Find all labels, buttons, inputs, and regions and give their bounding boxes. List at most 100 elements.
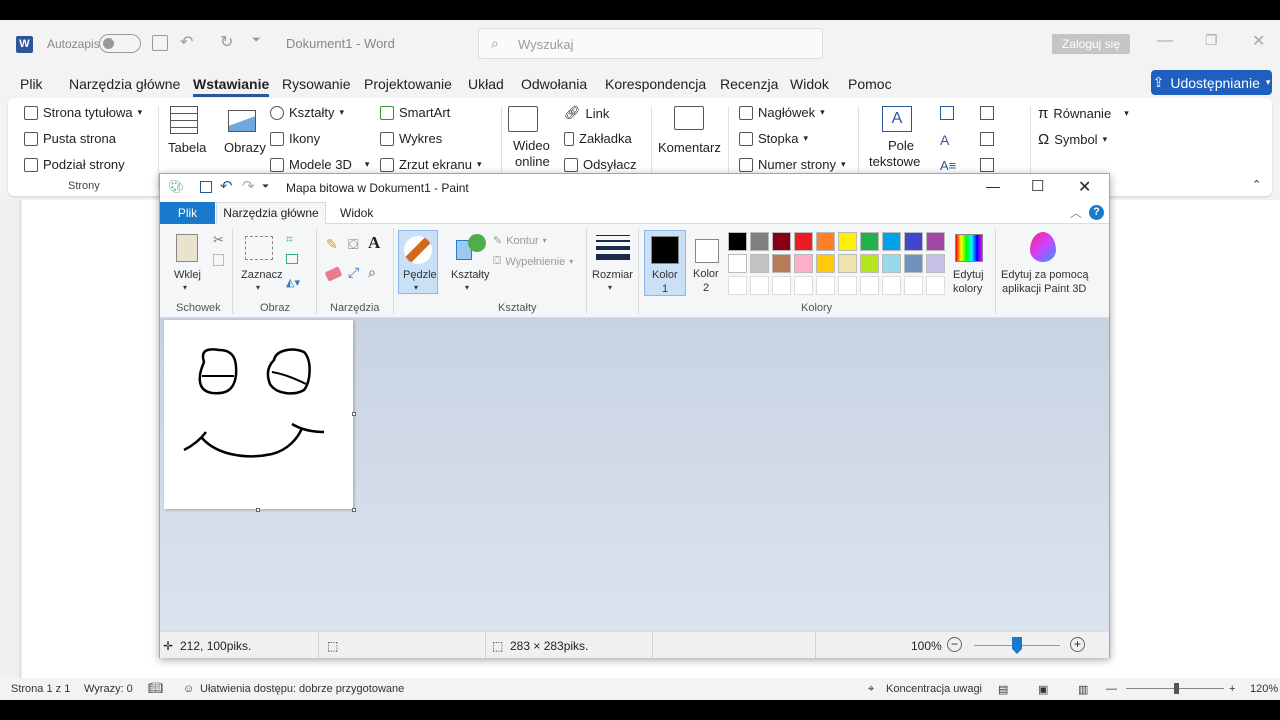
undo-icon[interactable]: ↶ [180,32,193,52]
custom-color-swatch[interactable] [860,276,879,295]
video-label-1[interactable]: Wideo [513,138,550,153]
resize-handle[interactable] [352,412,356,416]
equation-button[interactable]: π Równanie ▾ [1038,105,1129,122]
select-icon[interactable] [245,236,273,260]
color1-button[interactable]: Kolor 1 [644,230,686,296]
shapes-icon[interactable] [456,234,486,262]
resize-handle[interactable] [256,508,260,512]
color-swatch[interactable] [772,232,791,251]
video-icon[interactable] [508,106,538,132]
color-swatch[interactable] [794,254,813,273]
page-break-button[interactable]: Podział strony [24,157,125,172]
color-swatch[interactable] [816,254,835,273]
share-button[interactable]: ⇪ Udostępnianie ▾ [1151,70,1272,95]
word-count[interactable]: Wyrazy: 0 [84,683,133,695]
quick-parts-icon[interactable] [940,106,954,120]
zoom-out-icon[interactable]: − [947,637,962,652]
table-icon[interactable] [170,106,198,134]
custom-color-swatch[interactable] [882,276,901,295]
fill-button[interactable]: ⛋ Wypełnienie ▾ [493,255,573,268]
tab-review[interactable]: Recenzja [720,76,778,92]
text-icon[interactable]: A [368,233,380,253]
page-count[interactable]: Strona 1 z 1 [11,683,70,695]
tab-insert[interactable]: Wstawianie [193,76,270,97]
color-swatch[interactable] [794,232,813,251]
color-swatch[interactable] [838,254,857,273]
help-icon[interactable]: ? [1089,205,1104,220]
shapes-button[interactable]: Kształty ▾ [270,105,344,120]
color-swatch[interactable] [728,254,747,273]
proofing-icon[interactable]: 📖︎ [148,681,163,695]
eraser-icon[interactable] [324,266,343,282]
shapes-label[interactable]: Kształty [451,269,490,281]
edit-colors-label-1[interactable]: Edytuj [953,269,984,281]
tab-layout[interactable]: Układ [468,76,504,92]
paint3d-label-1[interactable]: Edytuj za pomocą [1001,269,1088,281]
custom-color-swatch[interactable] [750,276,769,295]
select-label[interactable]: Zaznacz [241,269,283,281]
header-button[interactable]: Nagłówek ▾ [739,105,825,120]
redo-icon[interactable]: ↷ [242,177,255,195]
save-icon[interactable] [200,181,212,193]
footer-button[interactable]: Stopka ▾ [739,131,808,146]
tab-file[interactable]: Plik [20,76,43,92]
drawing-canvas[interactable] [164,320,353,509]
zoom-in-icon[interactable]: + [1070,637,1085,652]
object-icon[interactable] [980,158,994,172]
color-swatch[interactable] [728,232,747,251]
chevron-down-icon[interactable]: ▾ [183,283,187,292]
search-box[interactable]: ⌕ Wyszukaj [478,28,823,59]
color-swatch[interactable] [838,232,857,251]
size-label[interactable]: Rozmiar [592,269,633,281]
tab-draw[interactable]: Rysowanie [282,76,350,92]
textbox-label-1[interactable]: Pole [888,138,914,153]
color-picker-icon[interactable]: ⤢ [348,264,359,281]
paint3d-label-2[interactable]: aplikacji Paint 3D [1002,283,1086,295]
close-icon[interactable]: ✕ [1078,177,1091,197]
redo-icon[interactable]: ↻ [220,32,233,52]
custom-color-swatch[interactable] [794,276,813,295]
accessibility-status[interactable]: Ułatwienia dostępu: dobrze przygotowane [200,683,404,695]
custom-color-swatch[interactable] [816,276,835,295]
symbol-button[interactable]: Ω Symbol ▾ [1038,131,1107,148]
paste-icon[interactable] [176,234,198,262]
magnifier-icon[interactable]: ⌕ [368,264,376,281]
pictures-label[interactable]: Obrazy [224,140,266,155]
collapse-ribbon-icon[interactable]: ⌃ [1252,178,1261,191]
resize-handle[interactable] [352,508,356,512]
color-swatch[interactable] [750,232,769,251]
color-swatch[interactable] [772,254,791,273]
custom-color-swatch[interactable] [728,276,747,295]
signature-icon[interactable] [980,106,994,120]
video-label-2[interactable]: online [515,154,550,169]
print-layout-icon[interactable]: ▣ [1038,683,1048,696]
color-swatch[interactable] [926,254,945,273]
models3d-button[interactable]: Modele 3D ▾ [270,157,369,172]
cut-icon[interactable]: ✂ [213,232,224,248]
color-swatch[interactable] [882,254,901,273]
resize-icon[interactable] [286,254,298,264]
custom-color-swatch[interactable] [772,276,791,295]
comment-icon[interactable] [674,106,704,130]
brushes-button[interactable]: Pędzle ▾ [398,230,438,294]
blank-page-button[interactable]: Pusta strona [24,131,116,146]
zoom-level[interactable]: 120% [1250,683,1278,695]
minimize-icon[interactable]: — [986,178,1000,194]
color-swatch[interactable] [750,254,769,273]
date-time-icon[interactable] [980,132,994,146]
comment-label[interactable]: Komentarz [658,140,721,155]
wordart-icon[interactable]: A [940,132,949,148]
chart-button[interactable]: Wykres [380,131,442,146]
paste-label[interactable]: Wklej [174,269,201,281]
icons-button[interactable]: Ikony [270,131,320,146]
edit-colors-label-2[interactable]: kolory [953,283,982,295]
textbox-icon[interactable]: A [882,106,912,132]
bookmark-button[interactable]: Zakładka [564,131,632,146]
save-icon[interactable] [152,35,168,51]
smartart-button[interactable]: SmartArt [380,105,450,120]
collapse-ribbon-icon[interactable]: ︿ [1070,204,1082,221]
color2-button[interactable]: Kolor 2 [688,230,726,296]
color-swatch[interactable] [860,232,879,251]
customize-qat-icon[interactable]: ⏷ [252,34,261,47]
tab-home[interactable]: Narzędzia główne [69,76,180,92]
